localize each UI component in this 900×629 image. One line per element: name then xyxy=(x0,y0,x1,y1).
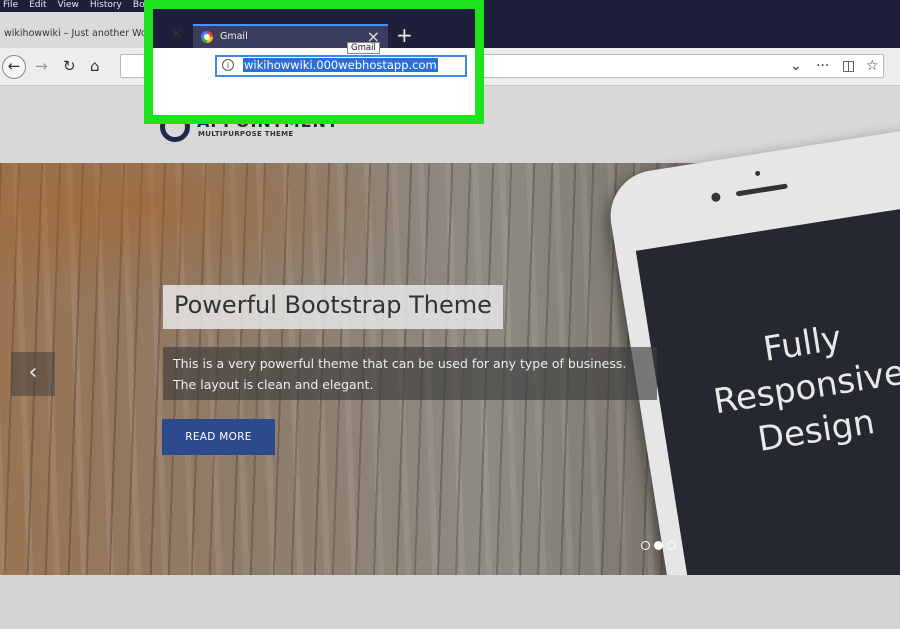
forward-arrow-icon[interactable]: → xyxy=(35,57,48,75)
menu-edit[interactable]: Edit xyxy=(29,0,46,12)
slider-prev-chevron-icon[interactable]: ‹ xyxy=(11,352,55,396)
home-icon[interactable]: ⌂ xyxy=(90,57,100,75)
site-tagline: MULTIPURPOSE THEME xyxy=(198,130,294,138)
reload-icon[interactable]: ↻ xyxy=(63,57,76,75)
slider-dot-active[interactable] xyxy=(654,541,663,550)
slider-dot[interactable] xyxy=(641,541,650,550)
phone-sensor xyxy=(754,170,761,177)
phone-screen: Fully Responsive Design xyxy=(635,203,900,629)
tab-title: wikihowwiki – Just another Wo xyxy=(4,28,144,39)
wood-texture xyxy=(0,163,420,303)
chevron-down-icon[interactable]: ⌄ xyxy=(790,58,802,74)
read-more-button[interactable]: READ MORE xyxy=(162,419,275,455)
highlight-box xyxy=(144,0,484,124)
back-arrow-icon[interactable]: ← xyxy=(2,55,26,79)
phone-speaker xyxy=(735,183,788,197)
pocket-icon[interactable]: ◫ xyxy=(842,58,855,74)
hero-description: This is a very powerful theme that can b… xyxy=(163,347,657,400)
tab-wikihowwiki[interactable]: wikihowwiki – Just another Wo xyxy=(0,12,150,48)
menu-file[interactable]: File xyxy=(3,0,18,12)
bookmark-star-icon[interactable]: ☆ xyxy=(866,58,879,74)
hero-title: Powerful Bootstrap Theme xyxy=(163,285,503,329)
phone-camera xyxy=(710,192,722,203)
menu-history[interactable]: History xyxy=(90,0,122,12)
menu-view[interactable]: View xyxy=(58,0,79,12)
page-footer-area xyxy=(0,575,900,629)
more-actions-icon[interactable]: ··· xyxy=(816,58,829,74)
slider-dot[interactable] xyxy=(667,541,676,550)
slider-dots xyxy=(641,541,676,550)
phone-screen-text: Fully Responsive Design xyxy=(651,299,900,476)
menu-bookmarks[interactable]: Bo xyxy=(133,0,145,12)
